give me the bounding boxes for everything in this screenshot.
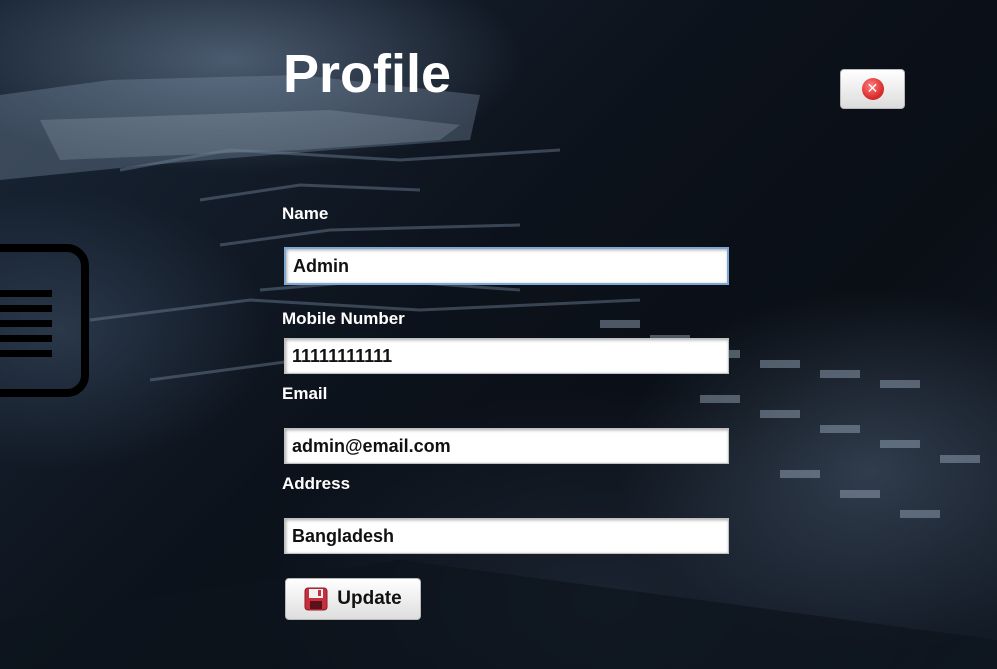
update-button-label: Update xyxy=(337,588,402,609)
email-input[interactable] xyxy=(284,428,729,464)
update-button[interactable]: Update xyxy=(285,578,421,620)
page-title: Profile xyxy=(283,44,452,104)
address-label: Address xyxy=(282,474,351,493)
name-input[interactable] xyxy=(284,247,729,285)
name-label: Name xyxy=(282,204,329,223)
address-input[interactable] xyxy=(284,518,729,554)
close-button[interactable]: ✕ xyxy=(840,69,905,109)
save-icon xyxy=(304,587,328,611)
mobile-number-label: Mobile Number xyxy=(282,309,405,328)
mobile-number-input[interactable] xyxy=(284,338,729,374)
email-label: Email xyxy=(282,384,328,403)
close-icon: ✕ xyxy=(861,78,884,100)
